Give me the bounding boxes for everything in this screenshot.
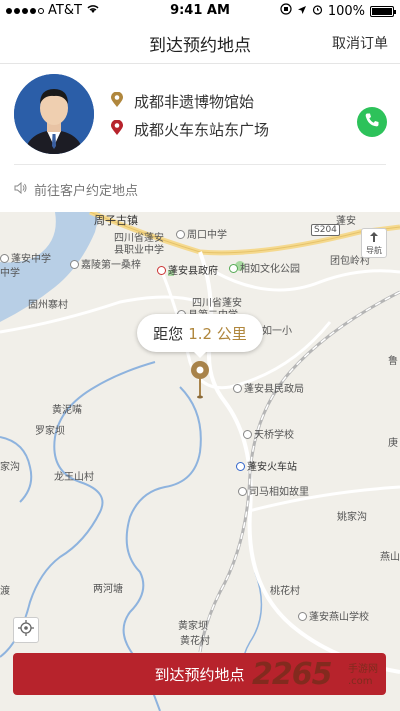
crosshair-icon — [18, 620, 34, 640]
distance-bubble: 距您 1.2 公里 — [137, 314, 263, 358]
map-label: 黄泥嘴 — [52, 405, 82, 416]
status-indicators: 100% — [280, 3, 396, 19]
destination-address: 成都火车东站东广场 — [134, 121, 270, 139]
map-view[interactable]: 周子古镇 周口中学 蓬安中学 四川省蓬安 县职业中学 嘉陵第一桑梓 蓬安县政府 … — [0, 212, 400, 711]
avatar — [14, 74, 94, 154]
map-label: 相如文化公园 — [229, 260, 300, 275]
map-label: 天桥学校 — [243, 426, 294, 441]
map-label: 中学 — [0, 268, 20, 279]
map-label: 渡 — [0, 586, 10, 597]
distance-value: 1.2 公里 — [188, 324, 247, 343]
alarm-icon — [312, 4, 323, 19]
navigation-button[interactable]: 导航 — [361, 228, 387, 258]
call-button[interactable] — [357, 107, 387, 137]
destination-address-row: 成都火车东站东广场 — [110, 119, 269, 140]
divider — [14, 164, 386, 165]
navigation-arrow-icon — [369, 232, 379, 245]
map-label: 蓬安火车站 — [236, 458, 297, 473]
pickup-address-row: 成都非遗博物馆始 — [110, 91, 254, 112]
watermark-logo: 2265 — [252, 657, 332, 692]
map-pin-icon — [190, 360, 210, 404]
map-label: 蓬安燕山学校 — [298, 608, 369, 623]
map-label: 燕山 — [380, 552, 400, 563]
map-label: 两河塘 — [93, 584, 123, 595]
navigation-label: 导航 — [366, 246, 382, 255]
map-label: 蓬安中学 — [0, 250, 51, 265]
order-card: 成都非遗博物馆始 成都火车东站东广场 — [0, 65, 400, 165]
map-label: 庚 — [388, 438, 398, 449]
location-arrow-icon — [297, 4, 307, 19]
map-label: 固州寨村 — [28, 300, 68, 311]
map-label: 桃花村 — [270, 586, 300, 597]
distance-prefix: 距您 — [153, 324, 184, 343]
map-label: 周口中学 — [176, 226, 227, 241]
locate-button[interactable] — [13, 617, 39, 643]
tip-row: 前往客户约定地点 — [14, 180, 138, 199]
map-label: 姚家沟 — [337, 512, 367, 523]
map-label: 黄家坝 — [178, 621, 208, 632]
map-label: 蓬安县民政局 — [233, 380, 304, 395]
watermark-sub: 手游网 .com — [348, 664, 378, 687]
map-label: 龙王山村 — [54, 472, 94, 483]
road-tag: S204 — [311, 224, 340, 236]
navigation-bar: 到达预约地点 取消订单 — [0, 20, 400, 64]
map-label: 县职业中学 — [114, 245, 164, 256]
speaker-icon — [14, 181, 28, 198]
map-label: 如一小 — [262, 326, 292, 337]
map-label: 鲁 — [388, 356, 398, 367]
location-pin-icon — [110, 91, 124, 112]
map-label: 罗家坝 — [35, 426, 65, 437]
map-label: 嘉陵第一桑梓 — [70, 256, 141, 271]
battery-percent: 100% — [327, 3, 365, 19]
pickup-address: 成都非遗博物馆始 — [134, 93, 255, 111]
map-label: 司马相如故里 — [238, 483, 309, 498]
tip-text: 前往客户约定地点 — [34, 184, 139, 199]
location-pin-icon — [110, 119, 124, 140]
map-label: 家沟 — [0, 462, 20, 473]
map-label: 蓬安县政府 — [157, 262, 218, 277]
map-label: 黄花村 — [180, 636, 210, 647]
battery-icon — [370, 5, 396, 17]
orientation-lock-icon — [280, 3, 292, 19]
cancel-order-button[interactable]: 取消订单 — [332, 33, 388, 53]
map-label: 周子古镇 — [94, 214, 138, 227]
phone-icon — [364, 112, 380, 132]
status-bar: AT&T 9:41 AM 100% — [0, 0, 400, 20]
